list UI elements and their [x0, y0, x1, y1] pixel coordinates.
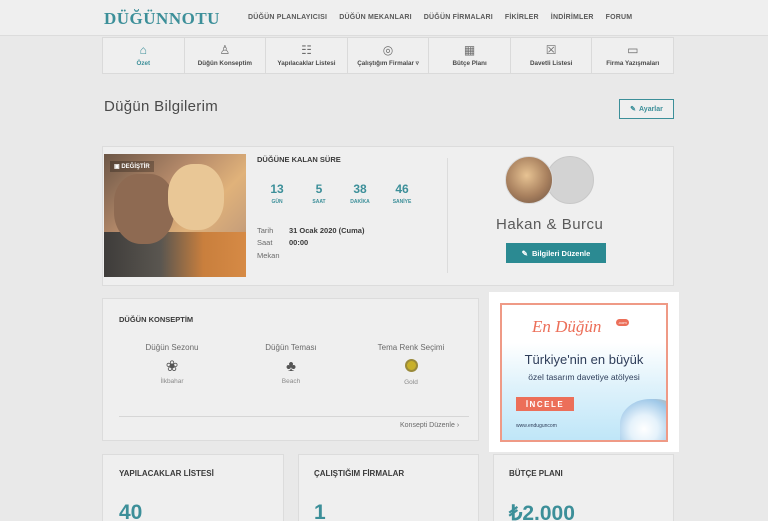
ad-frame: En Düğün .com Türkiye'nin en büyük özel … — [500, 303, 668, 442]
couple-name: Hakan & Burcu — [496, 216, 604, 233]
time-label: Saat — [257, 238, 273, 247]
countdown-value: 38 — [353, 182, 367, 196]
countdown-hours: 5 SAAT — [304, 182, 334, 205]
change-photo-button[interactable]: ▣ DEĞİŞTİR — [110, 161, 154, 172]
countdown-title: DÜĞÜNE KALAN SÜRE — [257, 155, 341, 164]
vendors-count: 1 — [314, 501, 326, 521]
tab-guestlist[interactable]: ☒ Davetli Listesi — [511, 38, 593, 73]
dashboard-tabs: ⌂ Özet ♙ Düğün Konseptim ☷ Yapılacaklar … — [102, 37, 674, 74]
concept-color: Tema Renk Seçimi Gold — [366, 343, 456, 386]
tab-label: Özet — [136, 60, 151, 67]
top-bar: DÜĞÜNNOTU DÜĞÜN PLANLAYICISI DÜĞÜN MEKAN… — [0, 0, 768, 36]
change-photo-label: DEĞİŞTİR — [121, 164, 150, 170]
checklist-count: 40 — [119, 501, 143, 521]
tab-label: Düğün Konseptim — [197, 60, 252, 67]
budget-title: BÜTÇE PLANI — [509, 469, 563, 478]
concept-heading: Düğün Teması — [265, 343, 317, 352]
partner-avatar[interactable] — [546, 156, 594, 204]
tab-label: Yapılacaklar Listesi — [277, 60, 336, 67]
tab-budget[interactable]: ▦ Bütçe Planı — [429, 38, 511, 73]
chat-icon: ▭ — [627, 43, 639, 57]
couple-photo — [104, 154, 246, 277]
avatar[interactable] — [505, 156, 553, 204]
time-value: 00:00 — [289, 238, 309, 247]
settings-button[interactable]: ✎ Ayarlar — [619, 99, 674, 119]
tab-summary[interactable]: ⌂ Özet — [103, 38, 185, 73]
countdown-days: 13 GÜN — [262, 182, 292, 205]
checklist-title: YAPILACAKLAR LİSTESİ — [119, 469, 214, 478]
ad-headline: Türkiye'nin en büyük — [524, 352, 644, 367]
edit-info-button[interactable]: ✎ Bilgileri Düzenle — [506, 243, 606, 263]
settings-label: Ayarlar — [639, 105, 663, 113]
countdown-unit: GÜN — [271, 199, 283, 205]
ad-cta-button[interactable]: İNCELE — [516, 397, 574, 411]
date-row: Tarih 31 Ocak 2020 (Cuma) — [257, 226, 364, 235]
tab-label: Firma Yazışmaları — [606, 60, 660, 67]
edit-concept-label: Konsepti Düzenle — [400, 422, 455, 429]
time-row: Saat 00:00 — [257, 238, 308, 247]
concept-heading: Düğün Sezonu — [145, 343, 199, 352]
chevron-right-icon: › — [456, 422, 460, 429]
tab-label: Bütçe Planı — [452, 60, 487, 67]
edit-icon: ✎ — [521, 248, 528, 258]
nav-item-vendors[interactable]: DÜĞÜN FİRMALARI — [424, 14, 493, 21]
concept-heading: Tema Renk Seçimi — [377, 343, 445, 352]
countdown-unit: SANİYE — [392, 199, 412, 205]
nav-item-ideas[interactable]: FİKİRLER — [505, 14, 539, 21]
nav-item-venues[interactable]: DÜĞÜN MEKANLARI — [339, 14, 412, 21]
countdown-minutes: 38 DAKİKA — [345, 182, 375, 205]
tab-label: Çalıştığım Firmalar ▿ — [357, 60, 419, 67]
edit-concept-link[interactable]: Konsepti Düzenle › — [400, 422, 459, 429]
tab-vendors[interactable]: ◎ Çalıştığım Firmalar ▿ — [348, 38, 430, 73]
ad-logo: En Düğün — [532, 317, 602, 336]
concept-season: Düğün Sezonu ❀ İlkbahar — [127, 343, 217, 385]
countdown-value: 5 — [315, 182, 323, 196]
tab-checklist[interactable]: ☷ Yapılacaklar Listesi — [266, 38, 348, 73]
date-label: Tarih — [257, 226, 274, 235]
palm-icon: ♣ — [286, 358, 296, 375]
guestlist-icon: ☒ — [545, 43, 557, 57]
calculator-icon: ▦ — [463, 43, 476, 57]
couple-icon: ♙ — [219, 43, 231, 57]
flowers-image — [620, 399, 666, 440]
main-nav: DÜĞÜN PLANLAYICISI DÜĞÜN MEKANLARI DÜĞÜN… — [248, 14, 632, 21]
advertisement-banner[interactable]: En Düğün .com Türkiye'nin en büyük özel … — [489, 292, 679, 452]
budget-amount: ₺2.000 — [509, 502, 575, 521]
date-value: 31 Ocak 2020 (Cuma) — [289, 226, 365, 235]
nav-item-discounts[interactable]: İNDİRİMLER — [551, 14, 594, 21]
ring-icon: ◎ — [382, 43, 394, 57]
home-icon: ⌂ — [139, 43, 147, 57]
page-title: Düğün Bilgilerim — [104, 98, 219, 115]
checklist-icon: ☷ — [301, 43, 312, 57]
ad-subline: özel tasarım davetiye atölyesi — [528, 372, 640, 382]
flower-icon: ❀ — [165, 358, 179, 375]
concept-value: Gold — [404, 379, 418, 386]
site-logo[interactable]: DÜĞÜNNOTU — [104, 9, 220, 29]
edit-info-label: Bilgileri Düzenle — [531, 248, 591, 258]
tab-label: Davetli Listesi — [530, 60, 573, 67]
vendors-title: ÇALIŞTIĞIM FİRMALAR — [314, 469, 405, 478]
concept-value: Beach — [281, 378, 301, 385]
color-swatch-icon — [404, 359, 418, 372]
countdown-unit: SAAT — [312, 199, 326, 205]
edit-icon: ✎ — [630, 106, 636, 113]
venue-label: Mekan — [257, 251, 280, 260]
divider — [119, 416, 469, 417]
divider — [447, 158, 448, 273]
nav-item-planner[interactable]: DÜĞÜN PLANLAYICISI — [248, 14, 327, 21]
nav-item-forum[interactable]: FORUM — [606, 14, 633, 21]
ad-url: www.enduguncom — [516, 423, 557, 429]
concept-value: İlkbahar — [160, 378, 184, 385]
tab-messages[interactable]: ▭ Firma Yazışmaları — [592, 38, 673, 73]
concept-theme: Düğün Teması ♣ Beach — [246, 343, 336, 385]
concept-title: DÜĞÜN KONSEPTİM — [119, 315, 194, 324]
tab-concept[interactable]: ♙ Düğün Konseptim — [185, 38, 267, 73]
countdown-value: 46 — [395, 182, 409, 196]
countdown-seconds: 46 SANİYE — [387, 182, 417, 205]
venue-row: Mekan — [257, 251, 280, 260]
countdown-value: 13 — [270, 182, 284, 196]
ad-logo-badge: .com — [616, 319, 629, 326]
countdown-unit: DAKİKA — [350, 199, 370, 205]
